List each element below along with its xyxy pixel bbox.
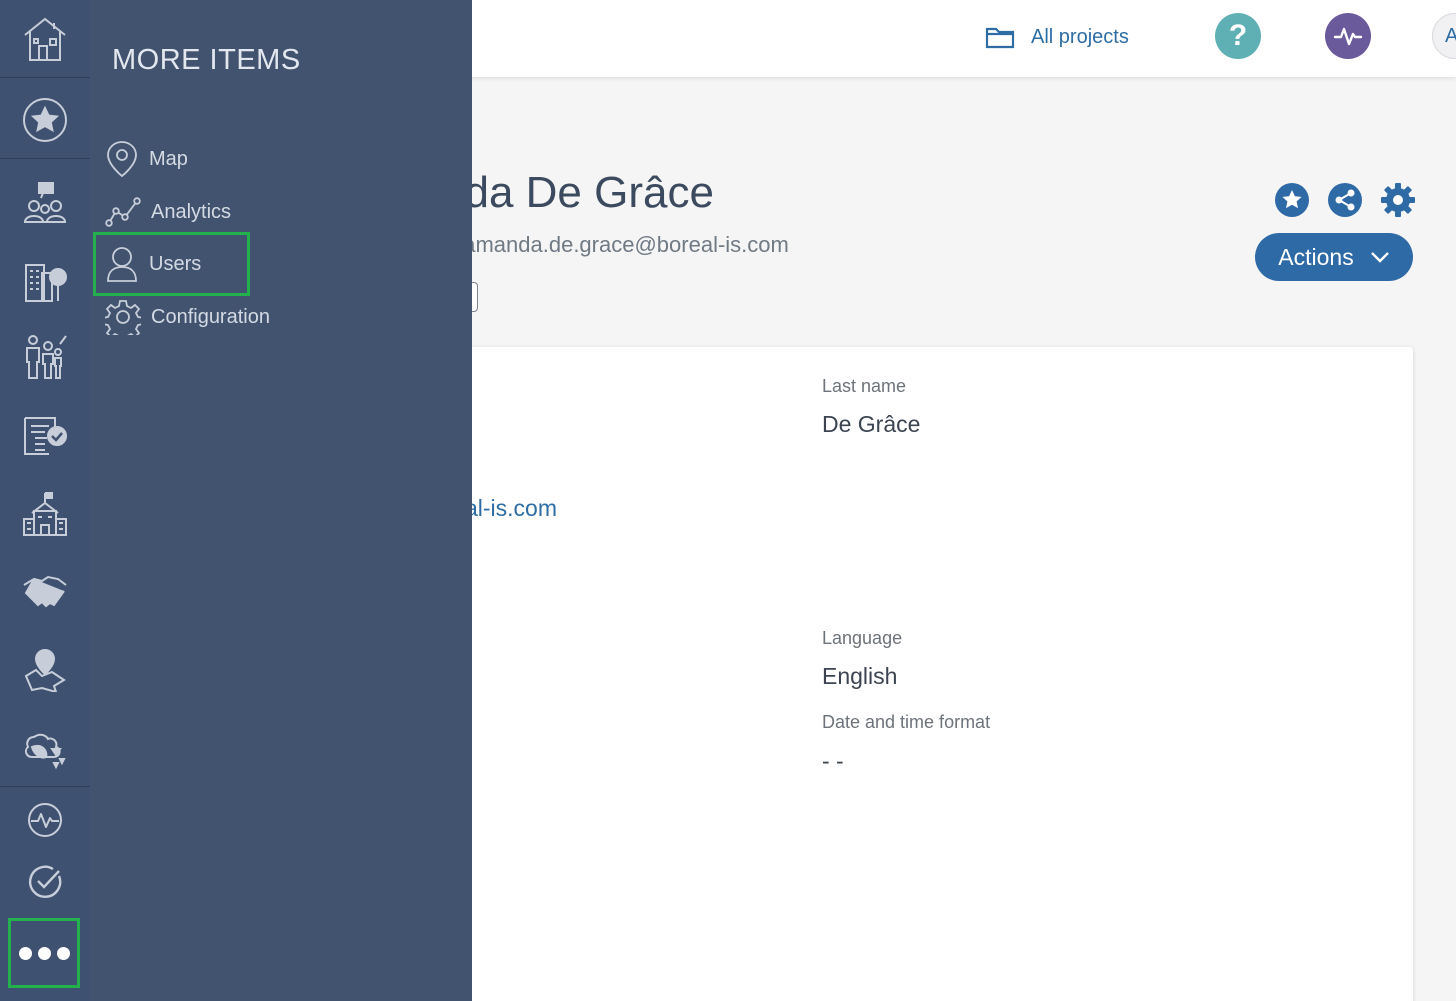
school-icon xyxy=(23,492,67,536)
buildings-tree-icon xyxy=(25,264,67,302)
more-dots-icon xyxy=(18,946,32,960)
settings-button[interactable] xyxy=(1380,182,1416,218)
checklist-icon xyxy=(24,417,67,455)
environment-icon xyxy=(24,733,66,770)
menu-item-map[interactable]: Map xyxy=(105,139,188,179)
activity-button[interactable] xyxy=(1325,13,1371,59)
more-items-flyout: MORE ITEMS Map Analytics Users Configura… xyxy=(90,0,472,1001)
menu-item-label: Configuration xyxy=(151,305,270,328)
rail-commitments[interactable] xyxy=(0,404,90,464)
avatar-initial: A xyxy=(1445,24,1456,47)
menu-item-label: Map xyxy=(149,147,188,170)
rail-organizations[interactable] xyxy=(0,486,90,542)
rail-stakeholders[interactable] xyxy=(0,174,90,230)
datetime-format-label: Date and time format xyxy=(822,712,991,732)
rail-buildings[interactable] xyxy=(0,250,90,310)
share-icon xyxy=(1328,183,1362,217)
menu-item-analytics[interactable]: Analytics xyxy=(105,192,231,232)
rail-agreements[interactable] xyxy=(0,564,90,618)
more-items-button[interactable] xyxy=(8,918,80,988)
gear-icon xyxy=(1381,183,1415,217)
help-button[interactable]: ? xyxy=(1215,13,1261,59)
page-title: nda De Grâce xyxy=(440,168,714,217)
star-icon xyxy=(1275,183,1309,217)
handshake-icon xyxy=(23,575,67,608)
user-avatar-button[interactable]: A xyxy=(1432,13,1456,59)
menu-item-configuration[interactable]: Configuration xyxy=(105,297,270,337)
stakeholders-icon xyxy=(24,182,66,223)
rail-activity[interactable] xyxy=(0,798,90,842)
menu-item-label: Analytics xyxy=(151,200,232,223)
home-icon xyxy=(24,17,66,61)
share-button[interactable] xyxy=(1327,182,1363,218)
actions-dropdown-button[interactable]: Actions xyxy=(1255,233,1413,281)
activity-icon xyxy=(28,803,62,837)
page-subtitle-email: ceamanda.de.grace@boreal-is.com xyxy=(440,232,789,257)
pulse-icon xyxy=(1333,27,1363,46)
folder-icon xyxy=(985,27,1015,49)
actions-label: Actions xyxy=(1278,243,1354,270)
rail-divider xyxy=(0,158,90,159)
language-label: Language xyxy=(822,628,903,648)
last-name-label: Last name xyxy=(822,376,907,396)
datetime-format-value: - - xyxy=(822,748,844,774)
all-projects-link[interactable]: All projects xyxy=(985,22,1129,52)
chevron-down-icon xyxy=(1370,252,1389,263)
menu-item-label: Users xyxy=(149,252,202,275)
analytics-icon xyxy=(105,197,141,227)
flyout-title: MORE ITEMS xyxy=(112,44,301,76)
last-name-value: De Grâce xyxy=(822,411,921,437)
map-pin-icon xyxy=(107,141,137,178)
land-pin-icon xyxy=(24,648,66,692)
email-link[interactable]: al-is.com xyxy=(465,495,557,522)
rail-environment[interactable] xyxy=(0,716,90,776)
gear-icon xyxy=(105,300,141,335)
icon-rail xyxy=(0,0,90,1001)
language-value: English xyxy=(822,663,898,689)
all-projects-label: All projects xyxy=(1031,25,1129,48)
rail-community[interactable] xyxy=(0,326,90,386)
menu-item-users[interactable]: Users xyxy=(105,244,201,284)
user-details-card xyxy=(440,347,1413,1001)
favorite-button[interactable] xyxy=(1274,182,1310,218)
star-icon xyxy=(23,98,67,142)
rail-home[interactable] xyxy=(0,8,90,70)
rail-divider xyxy=(0,77,90,78)
check-circle-icon xyxy=(28,865,62,898)
rail-favorites[interactable] xyxy=(0,92,90,148)
rail-land[interactable] xyxy=(0,640,90,698)
header-actions-icons xyxy=(1274,182,1416,218)
more-dots-icon xyxy=(37,946,51,960)
rail-tasks[interactable] xyxy=(0,860,90,904)
user-icon xyxy=(107,247,137,282)
help-icon: ? xyxy=(1228,19,1248,52)
rail-divider xyxy=(0,786,90,787)
more-dots-icon xyxy=(56,946,70,960)
family-icon xyxy=(26,335,67,379)
